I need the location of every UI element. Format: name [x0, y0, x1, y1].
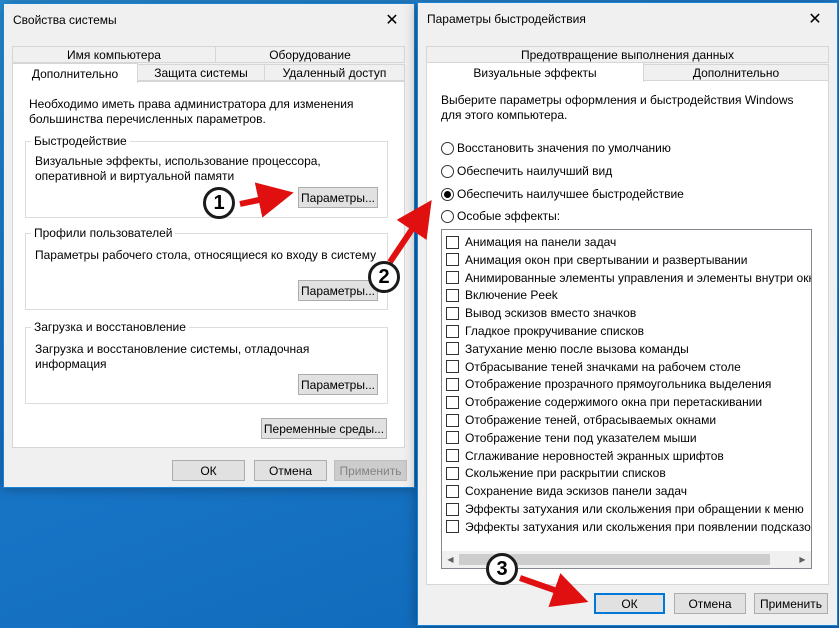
step-2-badge: 2 — [368, 261, 400, 293]
annotation-arrows — [239, 182, 589, 608]
arrow-step1 — [239, 182, 294, 218]
arrow-step3 — [519, 573, 589, 608]
step-1-badge: 1 — [203, 187, 235, 219]
arrow-step2 — [387, 200, 432, 264]
step-3-badge: 3 — [486, 553, 518, 585]
